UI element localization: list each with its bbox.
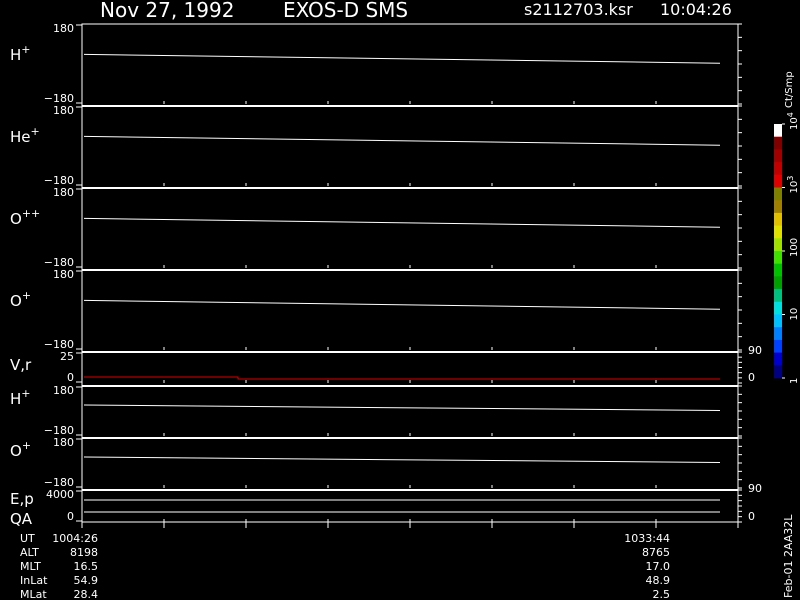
ephemeris-name: MLat	[20, 588, 47, 600]
colorbar-swatch	[774, 162, 782, 176]
spectrogram-plot: Nov 27, 1992 EXOS-D SMS s2112703.ksr 10:…	[0, 0, 800, 600]
colorbar-tick-base: 10	[789, 181, 800, 194]
panel-label-main: V,r	[10, 356, 32, 374]
colorbar-swatch	[774, 187, 782, 201]
ephemeris-end: 48.9	[646, 574, 671, 587]
y-max-label: 25	[60, 350, 74, 363]
y-max-label: 180	[53, 22, 74, 35]
ephemeris-start: 8198	[70, 546, 98, 559]
colorbar-swatch	[774, 149, 782, 163]
right-axis-label: 0	[748, 371, 755, 384]
right-axis-label: 90	[748, 344, 762, 357]
y-min-label: 0	[67, 510, 74, 523]
panel-label-sup: +	[22, 289, 31, 302]
panel-label: V,r	[10, 356, 32, 374]
colorbar-tick-label: 10	[789, 308, 800, 321]
y-max-label: 4000	[46, 488, 74, 501]
colorbar-tick-base: 10	[789, 117, 800, 130]
ephemeris-start: 1004:26	[52, 532, 98, 545]
panel-label-main: H	[10, 390, 21, 408]
colorbar-swatch	[774, 225, 782, 239]
y-min-label: 0	[67, 371, 74, 384]
colorbar-swatch	[774, 251, 782, 265]
colorbar-swatch	[774, 174, 782, 188]
ephemeris-name: ALT	[20, 546, 39, 559]
colorbar-tick-label: 100	[789, 238, 800, 257]
panel-label-sup: +	[21, 43, 30, 56]
panel-label-main: O	[10, 292, 22, 310]
header-file: s2112703.ksr	[524, 0, 633, 19]
panel-label-main: He	[10, 128, 31, 146]
colorbar-tick-label: 1	[789, 378, 800, 384]
colorbar-swatch	[774, 200, 782, 214]
panel-label: E,p	[10, 490, 34, 508]
colorbar-swatch	[774, 276, 782, 290]
colorbar-tick-exp: 4	[786, 112, 795, 117]
panel-label-sup: ++	[22, 207, 40, 220]
ephemeris-start: 28.4	[74, 588, 99, 600]
panel-label-sup: +	[21, 387, 30, 400]
y-max-label: 180	[53, 186, 74, 199]
colorbar-tick-exp: 3	[786, 176, 795, 181]
panel-label-sup: +	[22, 439, 31, 452]
plot-background	[0, 0, 800, 600]
panel-label-main: H	[10, 46, 21, 64]
header-date: Nov 27, 1992	[100, 0, 234, 22]
y-max-label: 180	[53, 268, 74, 281]
ephemeris-end: 17.0	[646, 560, 671, 573]
colorbar-unit: Ct/Smp	[784, 71, 795, 108]
panel-label-secondary: QA	[10, 510, 33, 528]
ephemeris-name: MLT	[20, 560, 41, 573]
colorbar-swatch	[774, 365, 782, 379]
ephemeris-name: InLat	[20, 574, 48, 587]
y-max-label: 180	[53, 436, 74, 449]
ephemeris-end: 2.5	[653, 588, 671, 600]
panel-label-main: E,p	[10, 490, 34, 508]
y-max-label: 180	[53, 104, 74, 117]
colorbar-swatch	[774, 339, 782, 354]
ephemeris-start: 54.9	[74, 574, 99, 587]
colorbar-swatch	[774, 327, 782, 341]
ephemeris-name: UT	[20, 532, 35, 545]
panel-label-sup: +	[31, 125, 40, 138]
ephemeris-end: 1033:44	[624, 532, 670, 545]
right-axis-label: 0	[748, 510, 755, 523]
ephemeris-end: 8765	[642, 546, 670, 559]
ephemeris-start: 16.5	[74, 560, 99, 573]
colorbar-swatch	[774, 136, 782, 150]
colorbar-swatch	[774, 124, 782, 138]
colorbar-swatch	[774, 212, 782, 227]
colorbar-swatch	[774, 301, 782, 315]
header-instrument: EXOS-D SMS	[283, 0, 408, 22]
colorbar-swatch	[774, 314, 782, 328]
colorbar-swatch	[774, 352, 782, 366]
colorbar-swatch	[774, 289, 782, 303]
colorbar-swatch	[774, 238, 782, 252]
right-axis-label: 90	[748, 482, 762, 495]
panel-label-main: O	[10, 442, 22, 460]
panel-label-main: O	[10, 210, 22, 228]
footer-stamp: Feb-01 2AA32L	[782, 514, 795, 598]
y-max-label: 180	[53, 384, 74, 397]
colorbar-swatch	[774, 263, 782, 277]
header-time: 10:04:26	[660, 0, 732, 19]
